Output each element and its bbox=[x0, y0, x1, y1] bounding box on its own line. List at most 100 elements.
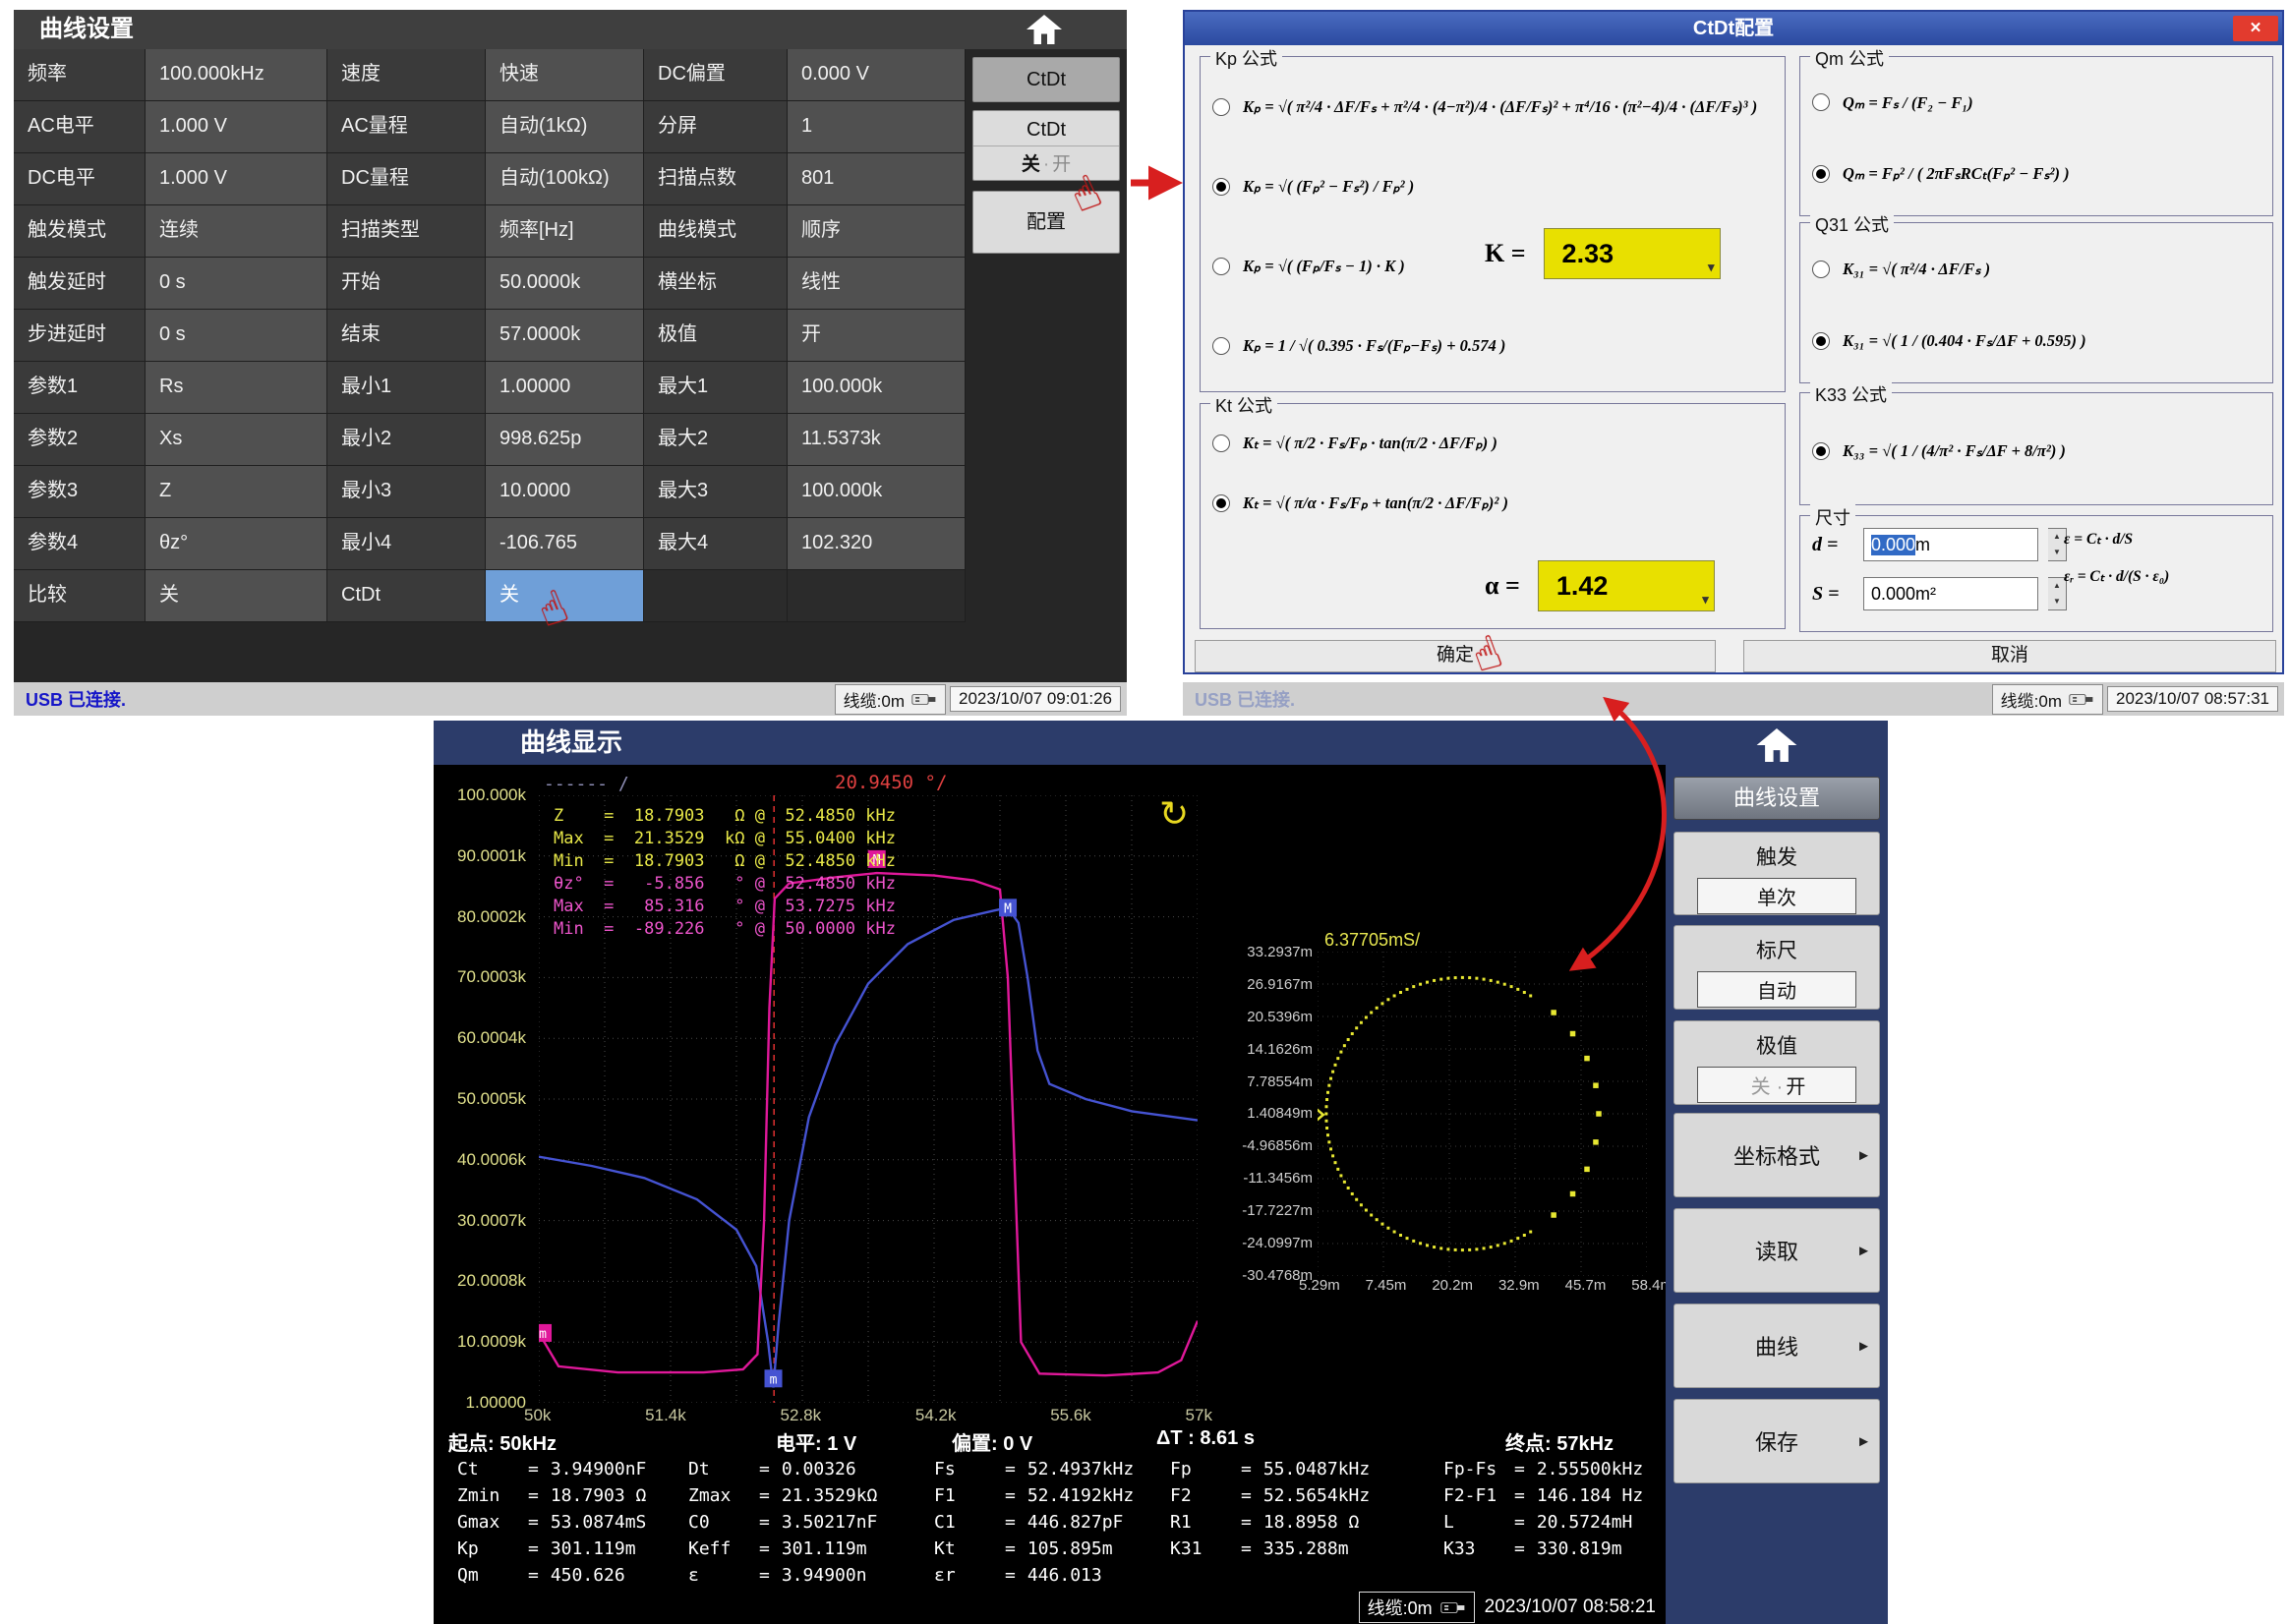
radio-button[interactable] bbox=[1812, 332, 1830, 350]
setting-value[interactable]: 线性 bbox=[788, 258, 966, 310]
formula-option[interactable]: Qₘ = Fₚ² / ( 2πFₛRCₜ(Fₚ² − Fₛ²) ) bbox=[1808, 163, 2264, 184]
setting-value[interactable]: 关 bbox=[146, 570, 327, 622]
refresh-icon[interactable]: ↻ bbox=[1159, 796, 1189, 832]
setting-label[interactable]: 最大3 bbox=[644, 466, 788, 518]
menu-button[interactable]: 曲线► bbox=[1673, 1304, 1880, 1388]
d-input[interactable]: 0.000m bbox=[1863, 528, 2038, 561]
setting-value[interactable]: -106.765 bbox=[486, 518, 644, 570]
formula-option[interactable]: Kₚ = 1 / √( 0.395 · Fₛ/(Fₚ−Fₛ) + 0.574 ) bbox=[1208, 335, 1777, 356]
setting-label[interactable]: 扫描点数 bbox=[644, 153, 788, 205]
setting-label[interactable]: 参数2 bbox=[14, 414, 146, 466]
setting-value[interactable]: 频率[Hz] bbox=[486, 205, 644, 258]
radio-button[interactable] bbox=[1812, 93, 1830, 111]
setting-label[interactable]: 速度 bbox=[327, 49, 486, 101]
trace-marker[interactable]: m bbox=[539, 1324, 552, 1342]
alpha-input[interactable]: 1.42▾ bbox=[1538, 560, 1715, 611]
trace-marker[interactable]: m bbox=[765, 1369, 783, 1387]
ctdt-toggle-button[interactable]: CtDt 关·开 bbox=[972, 110, 1120, 181]
setting-value[interactable]: 连续 bbox=[146, 205, 327, 258]
menu-button-curve-settings[interactable]: 曲线设置 bbox=[1673, 777, 1880, 820]
setting-value[interactable]: 开 bbox=[788, 310, 966, 362]
setting-value[interactable]: 57.0000k bbox=[486, 310, 644, 362]
formula-option[interactable]: Qₘ = Fₛ / (F₂ − F₁) bbox=[1808, 92, 2264, 113]
setting-label[interactable]: 扫描类型 bbox=[327, 205, 486, 258]
menu-button-extremum[interactable]: 极值 关·开 bbox=[1673, 1020, 1880, 1105]
setting-label[interactable]: 参数4 bbox=[14, 518, 146, 570]
home-icon[interactable] bbox=[1027, 15, 1062, 44]
setting-label[interactable]: 最小1 bbox=[327, 362, 486, 414]
setting-value[interactable]: 998.625p bbox=[486, 414, 644, 466]
setting-value[interactable]: 100.000k bbox=[788, 466, 966, 518]
setting-value[interactable]: 100.000kHz bbox=[146, 49, 327, 101]
dropdown-arrow-icon[interactable]: ▾ bbox=[1702, 592, 1709, 608]
setting-label[interactable]: 开始 bbox=[327, 258, 486, 310]
setting-label[interactable]: 横坐标 bbox=[644, 258, 788, 310]
formula-option[interactable]: K₃₁ = √( π²/4 · ΔF/Fₛ ) bbox=[1808, 259, 2264, 279]
radio-button[interactable] bbox=[1812, 442, 1830, 460]
setting-value[interactable]: 0 s bbox=[146, 258, 327, 310]
menu-button[interactable]: 保存► bbox=[1673, 1399, 1880, 1483]
setting-value[interactable]: 顺序 bbox=[788, 205, 966, 258]
radio-button[interactable] bbox=[1212, 337, 1230, 355]
setting-value[interactable]: Z bbox=[146, 466, 327, 518]
setting-label[interactable]: DC量程 bbox=[327, 153, 486, 205]
setting-label[interactable]: 曲线模式 bbox=[644, 205, 788, 258]
formula-option[interactable]: Kₜ = √( π/α · Fₛ/Fₚ + tan(π/2 · ΔF/Fₚ)² … bbox=[1208, 493, 1777, 513]
radio-button[interactable] bbox=[1212, 98, 1230, 116]
close-icon[interactable]: ✕ bbox=[2233, 16, 2278, 41]
setting-value[interactable]: 快速 bbox=[486, 49, 644, 101]
radio-button[interactable] bbox=[1212, 435, 1230, 452]
extremum-value[interactable]: 关·开 bbox=[1697, 1067, 1856, 1103]
setting-value[interactable]: 0 s bbox=[146, 310, 327, 362]
setting-label[interactable]: 步进延时 bbox=[14, 310, 146, 362]
setting-label[interactable]: 极值 bbox=[644, 310, 788, 362]
setting-value[interactable]: 50.0000k bbox=[486, 258, 644, 310]
home-icon[interactable] bbox=[1756, 728, 1797, 762]
setting-label[interactable]: 最小4 bbox=[327, 518, 486, 570]
setting-value[interactable]: 自动(1kΩ) bbox=[486, 101, 644, 153]
setting-value[interactable]: 1.00000 bbox=[486, 362, 644, 414]
setting-value[interactable]: 1.000 V bbox=[146, 101, 327, 153]
s-input[interactable]: 0.000m² bbox=[1863, 577, 2038, 610]
setting-value[interactable]: 自动(100kΩ) bbox=[486, 153, 644, 205]
menu-button-ruler[interactable]: 标尺 自动 bbox=[1673, 925, 1880, 1010]
formula-option[interactable]: Kₚ = √( (Fₚ² − Fₛ²) / Fₚ² ) bbox=[1208, 176, 1777, 197]
setting-value[interactable]: 0.000 V bbox=[788, 49, 966, 101]
setting-label[interactable]: 结束 bbox=[327, 310, 486, 362]
formula-option[interactable]: Kₜ = √( π/2 · Fₛ/Fₚ · tan(π/2 · ΔF/Fₚ) ) bbox=[1208, 433, 1777, 453]
setting-label[interactable]: 最大1 bbox=[644, 362, 788, 414]
ruler-value[interactable]: 自动 bbox=[1697, 971, 1856, 1008]
setting-value[interactable]: 1 bbox=[788, 101, 966, 153]
menu-button-trigger[interactable]: 触发 单次 bbox=[1673, 832, 1880, 915]
setting-label[interactable]: DC电平 bbox=[14, 153, 146, 205]
ok-button[interactable]: 确定 bbox=[1195, 640, 1716, 672]
spinner-down-icon[interactable]: ▼ bbox=[2048, 594, 2066, 609]
menu-button[interactable]: 读取► bbox=[1673, 1208, 1880, 1293]
setting-label[interactable]: AC电平 bbox=[14, 101, 146, 153]
radio-button[interactable] bbox=[1212, 178, 1230, 196]
setting-label[interactable]: 参数1 bbox=[14, 362, 146, 414]
cancel-button[interactable]: 取消 bbox=[1743, 640, 2276, 672]
setting-label[interactable]: 触发模式 bbox=[14, 205, 146, 258]
extremum-off[interactable]: 关 bbox=[1751, 1076, 1771, 1098]
setting-label[interactable]: 分屏 bbox=[644, 101, 788, 153]
setting-label[interactable]: 比较 bbox=[14, 570, 146, 622]
setting-label[interactable]: 最大2 bbox=[644, 414, 788, 466]
setting-label[interactable]: 参数3 bbox=[14, 466, 146, 518]
setting-value[interactable]: Xs bbox=[146, 414, 327, 466]
formula-option[interactable]: K₃₃ = √( 1 / (4/π² · Fₛ/ΔF + 8/π²) ) bbox=[1808, 440, 2264, 461]
ctdt-toggle-state[interactable]: 关·开 bbox=[973, 145, 1119, 176]
dropdown-arrow-icon[interactable]: ▾ bbox=[1708, 260, 1715, 275]
setting-value[interactable]: 801 bbox=[788, 153, 966, 205]
setting-value[interactable]: 10.0000 bbox=[486, 466, 644, 518]
formula-option[interactable]: K₃₁ = √( 1 / (0.404 · Fₛ/ΔF + 0.595) ) bbox=[1808, 330, 2264, 351]
setting-label[interactable]: 最大4 bbox=[644, 518, 788, 570]
setting-label[interactable]: CtDt bbox=[327, 570, 486, 622]
k-input[interactable]: 2.33▾ bbox=[1544, 228, 1721, 279]
setting-value[interactable]: 102.320 bbox=[788, 518, 966, 570]
toggle-off-label[interactable]: 关 bbox=[1022, 154, 1040, 175]
setting-value[interactable]: 1.000 V bbox=[146, 153, 327, 205]
setting-label[interactable]: 触发延时 bbox=[14, 258, 146, 310]
trace-marker[interactable]: M bbox=[999, 899, 1017, 916]
setting-value[interactable]: Rs bbox=[146, 362, 327, 414]
